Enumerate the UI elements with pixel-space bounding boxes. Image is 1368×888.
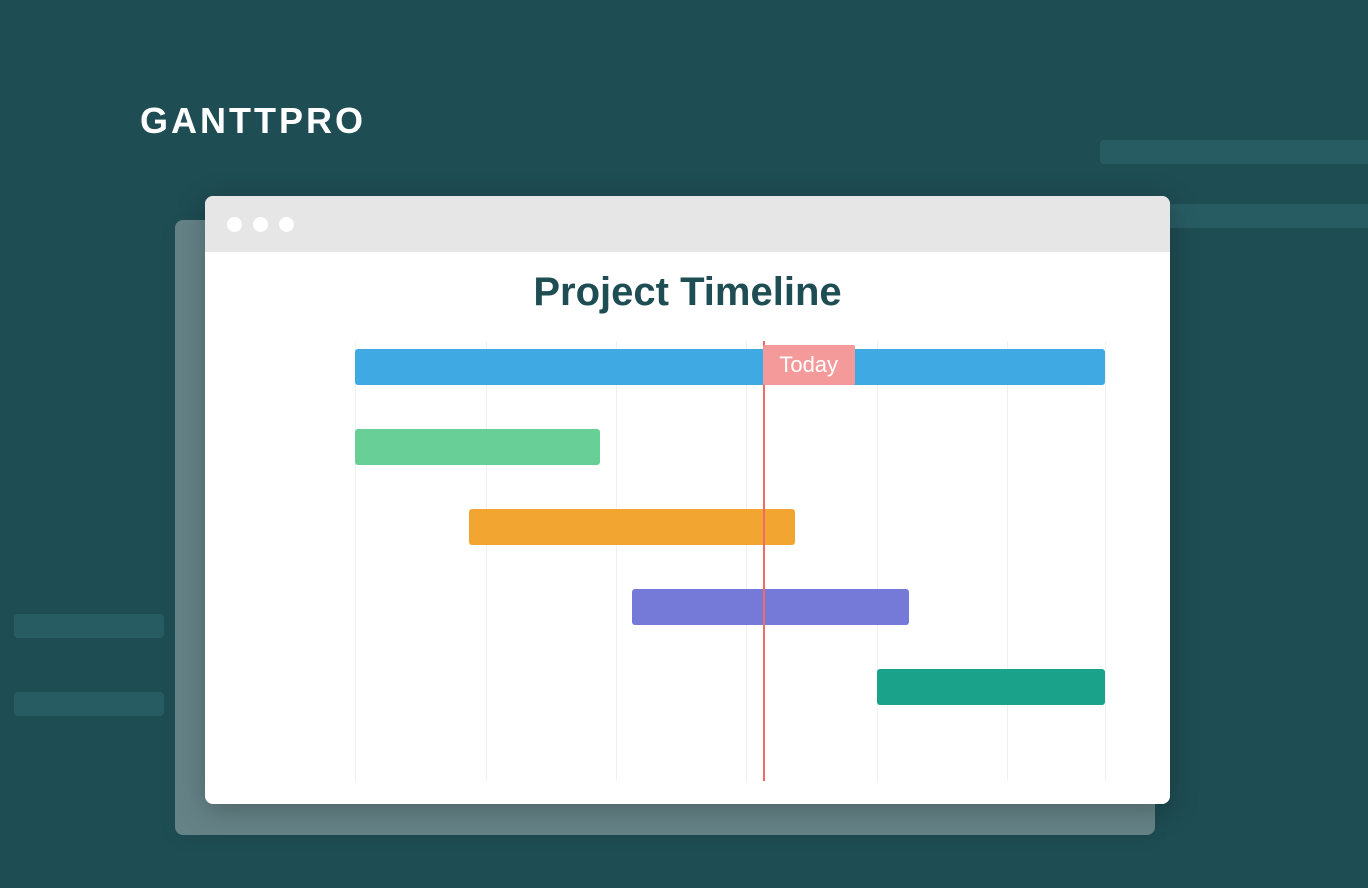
- gridline: [355, 341, 356, 781]
- gridline: [877, 341, 878, 781]
- decorative-block: [14, 614, 164, 638]
- window-control-dot[interactable]: [279, 217, 294, 232]
- window-titlebar: [205, 196, 1170, 252]
- gridline: [616, 341, 617, 781]
- gridline: [1007, 341, 1008, 781]
- today-flag: Today: [763, 345, 855, 385]
- gantt-chart-area: Today: [205, 341, 1170, 781]
- gridline: [746, 341, 747, 781]
- today-marker-line: [763, 341, 765, 781]
- gridline: [486, 341, 487, 781]
- gantt-bar[interactable]: [469, 509, 795, 545]
- gantt-bar[interactable]: [355, 429, 600, 465]
- app-window: Project Timeline Today: [205, 196, 1170, 804]
- gantt-bar[interactable]: [355, 349, 1105, 385]
- gridline: [1105, 341, 1106, 781]
- chart-title: Project Timeline: [205, 270, 1170, 315]
- window-control-dot[interactable]: [227, 217, 242, 232]
- window-control-dot[interactable]: [253, 217, 268, 232]
- decorative-block: [14, 692, 164, 716]
- decorative-block: [1100, 140, 1368, 164]
- gantt-bar[interactable]: [877, 669, 1105, 705]
- gantt-bar[interactable]: [632, 589, 909, 625]
- window-content: Project Timeline Today: [205, 252, 1170, 804]
- brand-logo: GANTTPRO: [140, 100, 366, 142]
